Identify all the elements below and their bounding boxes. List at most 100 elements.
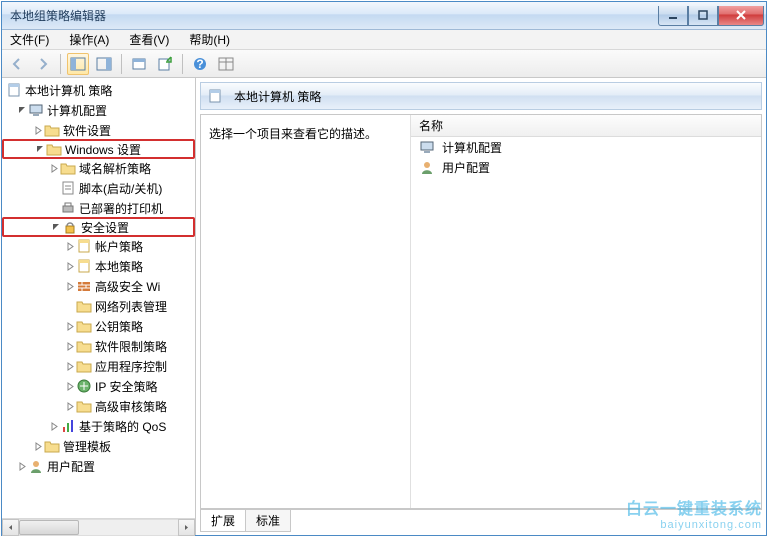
user-icon: [28, 458, 44, 474]
tree-software-settings[interactable]: 软件设置: [2, 120, 195, 140]
expand-icon[interactable]: [48, 422, 60, 431]
folder-icon: [76, 318, 92, 334]
menu-view[interactable]: 查看(V): [125, 30, 173, 49]
qos-icon: [60, 418, 76, 434]
tree-local-policies[interactable]: 本地策略: [2, 256, 195, 276]
show-hide-tree-button[interactable]: [67, 53, 89, 75]
folder-icon: [76, 338, 92, 354]
help-button[interactable]: ?: [189, 53, 211, 75]
title-bar[interactable]: 本地组策略编辑器: [2, 2, 766, 30]
column-header-name[interactable]: 名称: [411, 115, 761, 137]
tree-software-restriction[interactable]: 软件限制策略: [2, 336, 195, 356]
tree-advanced-audit[interactable]: 高级审核策略: [2, 396, 195, 416]
path-header: 本地计算机 策略: [200, 82, 762, 110]
ipsec-icon: [76, 378, 92, 394]
tab-extended[interactable]: 扩展: [200, 510, 246, 532]
menu-bar: 文件(F) 操作(A) 查看(V) 帮助(H): [2, 30, 766, 50]
expand-icon[interactable]: [32, 442, 44, 451]
show-hide-action-button[interactable]: [93, 53, 115, 75]
tree-computer-config[interactable]: 计算机配置: [2, 100, 195, 120]
menu-file[interactable]: 文件(F): [6, 30, 53, 49]
collapse-icon[interactable]: [16, 106, 28, 115]
tree-app-control[interactable]: 应用程序控制: [2, 356, 195, 376]
tool-bar: ?: [2, 50, 766, 78]
tree-scripts[interactable]: 脚本(启动/关机): [2, 178, 195, 198]
computer-icon: [419, 139, 435, 155]
separator: [182, 54, 183, 74]
folder-icon: [44, 122, 60, 138]
menu-help[interactable]: 帮助(H): [185, 30, 234, 49]
expand-icon[interactable]: [64, 282, 76, 291]
tree-admin-templates[interactable]: 管理模板: [2, 436, 195, 456]
tree-security-settings[interactable]: 安全设置: [2, 217, 195, 237]
properties-button[interactable]: [128, 53, 150, 75]
tree-view[interactable]: 本地计算机 策略 计算机配置 软件设置 Windows 设置: [2, 78, 195, 518]
tree-account-policies[interactable]: 帐户策略: [2, 236, 195, 256]
folder-icon: [60, 160, 76, 176]
menu-action[interactable]: 操作(A): [65, 30, 113, 49]
expand-icon[interactable]: [64, 402, 76, 411]
close-button[interactable]: [718, 6, 764, 26]
tree-deployed-printers[interactable]: 已部署的打印机: [2, 198, 195, 218]
tree-user-config[interactable]: 用户配置: [2, 456, 195, 476]
printer-icon: [60, 200, 76, 216]
body: 本地计算机 策略 计算机配置 软件设置 Windows 设置: [2, 78, 766, 535]
tree-advanced-firewall[interactable]: 高级安全 Wi: [2, 276, 195, 296]
svg-text:?: ?: [196, 57, 203, 71]
security-icon: [62, 219, 78, 235]
expand-icon[interactable]: [64, 262, 76, 271]
horizontal-scrollbar[interactable]: [2, 518, 195, 535]
content-area: 选择一个项目来查看它的描述。 名称 计算机配置 用户配置: [200, 114, 762, 509]
scroll-track[interactable]: [19, 519, 178, 536]
expand-icon[interactable]: [64, 342, 76, 351]
tree-network-list[interactable]: 网络列表管理: [2, 296, 195, 316]
scroll-right-button[interactable]: [178, 519, 195, 536]
tree-name-resolution[interactable]: 域名解析策略: [2, 158, 195, 178]
minimize-button[interactable]: [658, 6, 688, 26]
collapse-icon[interactable]: [34, 145, 46, 154]
tab-standard[interactable]: 标准: [245, 510, 291, 532]
back-button[interactable]: [6, 53, 28, 75]
folder-icon: [76, 398, 92, 414]
tree-qos[interactable]: 基于策略的 QoS: [2, 416, 195, 436]
tree-pane: 本地计算机 策略 计算机配置 软件设置 Windows 设置: [2, 78, 196, 535]
script-icon: [60, 180, 76, 196]
expand-icon[interactable]: [64, 242, 76, 251]
folder-icon: [76, 358, 92, 374]
document-icon: [6, 82, 22, 98]
expand-icon[interactable]: [48, 164, 60, 173]
forward-button[interactable]: [32, 53, 54, 75]
firewall-icon: [76, 278, 92, 294]
maximize-button[interactable]: [688, 6, 718, 26]
window-title: 本地组策略编辑器: [10, 7, 106, 24]
expand-icon[interactable]: [64, 382, 76, 391]
policy-icon: [76, 258, 92, 274]
scroll-left-button[interactable]: [2, 519, 19, 536]
folder-icon: [44, 438, 60, 454]
window-controls: [658, 6, 764, 26]
tree-windows-settings[interactable]: Windows 设置: [2, 139, 195, 159]
collapse-icon[interactable]: [50, 223, 62, 232]
expand-icon[interactable]: [64, 322, 76, 331]
expand-icon[interactable]: [32, 126, 44, 135]
description-placeholder: 选择一个项目来查看它的描述。: [209, 127, 377, 141]
expand-icon[interactable]: [64, 362, 76, 371]
list-item-user-config[interactable]: 用户配置: [411, 157, 761, 177]
list-column: 名称 计算机配置 用户配置: [411, 115, 761, 508]
details-pane: 本地计算机 策略 选择一个项目来查看它的描述。 名称 计算机配置: [196, 78, 766, 535]
folder-icon: [46, 141, 62, 157]
path-text: 本地计算机 策略: [234, 88, 321, 105]
document-icon: [207, 88, 223, 104]
list-item-computer-config[interactable]: 计算机配置: [411, 137, 761, 157]
tree-root[interactable]: 本地计算机 策略: [2, 80, 195, 100]
tree-ip-security[interactable]: IP 安全策略: [2, 376, 195, 396]
expand-icon[interactable]: [16, 462, 28, 471]
filter-button[interactable]: [215, 53, 237, 75]
export-button[interactable]: [154, 53, 176, 75]
tree-public-key[interactable]: 公钥策略: [2, 316, 195, 336]
app-window: 本地组策略编辑器 文件(F) 操作(A) 查看(V) 帮助(H) ?: [1, 1, 767, 536]
tab-bar: 扩展 标准: [200, 509, 762, 531]
scroll-thumb[interactable]: [19, 520, 79, 535]
user-icon: [419, 159, 435, 175]
folder-icon: [76, 298, 92, 314]
